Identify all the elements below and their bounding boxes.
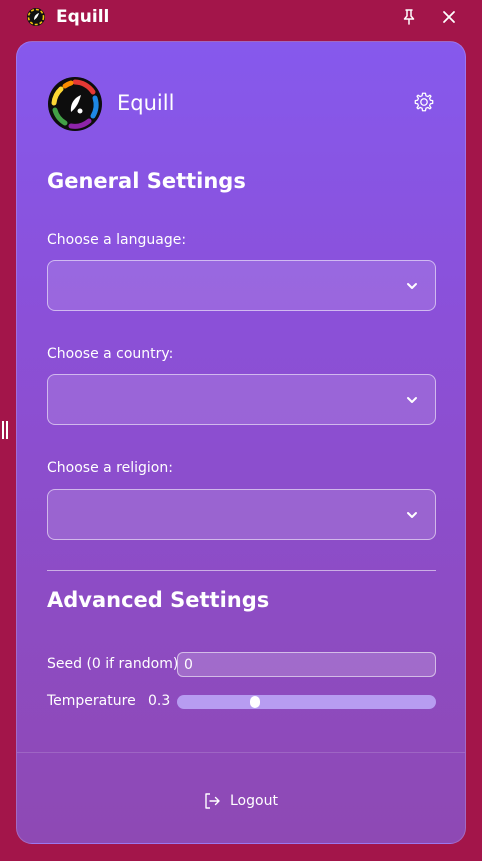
footer-divider	[17, 752, 465, 753]
close-button[interactable]	[438, 6, 460, 28]
section-divider	[47, 570, 436, 571]
resize-handle[interactable]	[2, 421, 10, 439]
language-label: Choose a language:	[47, 232, 187, 248]
logout-label: Logout	[230, 793, 278, 809]
seed-label: Seed (0 if random)	[47, 656, 179, 672]
title-bar[interactable]: Equill	[0, 0, 482, 36]
logout-button[interactable]: Logout	[203, 790, 278, 812]
religion-label: Choose a religion:	[47, 460, 173, 476]
general-settings-heading: General Settings	[47, 169, 246, 193]
temperature-slider-thumb[interactable]	[249, 696, 260, 708]
chevron-down-icon	[407, 512, 417, 518]
logout-icon	[205, 793, 220, 809]
pin-icon	[403, 9, 415, 25]
window-title: Equill	[56, 7, 110, 27]
temperature-label: Temperature	[47, 693, 136, 709]
brand-name: Equill	[117, 91, 175, 115]
chevron-down-icon	[407, 283, 417, 289]
country-select[interactable]	[47, 374, 436, 425]
brand-logo	[48, 77, 102, 131]
settings-panel: Equill General Settings Choose a languag…	[16, 41, 466, 844]
pin-button[interactable]	[398, 6, 420, 28]
resize-grip-line	[2, 421, 4, 439]
app-logo-icon	[27, 8, 45, 26]
seed-input[interactable]	[177, 652, 436, 677]
resize-grip-line	[6, 421, 8, 439]
chevron-down-icon	[407, 397, 417, 403]
temperature-slider[interactable]	[177, 695, 436, 709]
language-select[interactable]	[47, 260, 436, 311]
gear-icon	[414, 92, 434, 112]
religion-select[interactable]	[47, 489, 436, 540]
advanced-settings-heading: Advanced Settings	[47, 588, 270, 612]
temperature-value: 0.3	[148, 693, 171, 709]
country-label: Choose a country:	[47, 346, 174, 362]
close-icon	[443, 11, 455, 23]
settings-button[interactable]	[411, 89, 437, 115]
app-window: Equill Equill General Settings Choose a …	[0, 0, 482, 861]
